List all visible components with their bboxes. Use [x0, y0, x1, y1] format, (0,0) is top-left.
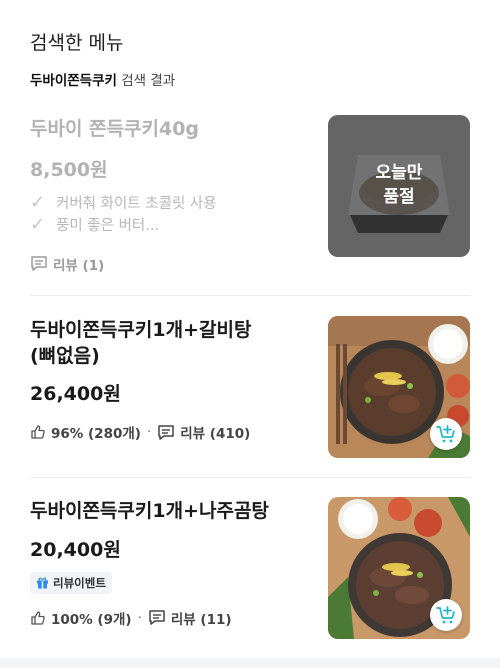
sold-out-label: 오늘만 품절: [375, 163, 423, 207]
menu-item-meta: 리뷰 (1): [30, 254, 315, 274]
menu-item-info: 두바이 쫀득쿠키40g 8,500원 ✓ 커버춰 화이트 초콜릿 사용 ✓ 풍미…: [30, 115, 315, 274]
review-count[interactable]: 리뷰 (410): [180, 422, 250, 442]
menu-item-price: 26,400원: [30, 383, 121, 406]
add-to-cart-icon: [436, 606, 455, 624]
menu-item-name: 두바이쫀득쿠키1개+갈비탕 (뼈없음): [30, 319, 252, 367]
divider: [30, 295, 470, 296]
check-icon: ✓: [30, 214, 46, 236]
like-rating: 100% (9개): [51, 611, 132, 628]
review-event-badge: 리뷰이벤트: [30, 571, 112, 594]
menu-item-image[interactable]: [328, 497, 470, 639]
gift-icon: [37, 577, 48, 589]
comment-icon: [148, 609, 166, 626]
menu-item-meta: 96% (280개) · 리뷰 (410): [30, 422, 315, 442]
menu-item[interactable]: 두바이쫀득쿠키1개+갈비탕 (뼈없음) 26,400원 96% (280개) ·…: [30, 316, 470, 458]
description-line: 풍미 좋은 버터...: [56, 218, 160, 235]
menu-item-info: 두바이쫀득쿠키1개+갈비탕 (뼈없음) 26,400원 96% (280개) ·…: [30, 316, 315, 442]
menu-item-meta: 100% (9개) · 리뷰 (11): [30, 608, 315, 628]
divider: [30, 477, 470, 478]
menu-item[interactable]: 두바이쫀득쿠키1개+나주곰탕 20,400원 리뷰이벤트 100% (9개) ·: [30, 497, 470, 639]
menu-item-image[interactable]: [328, 316, 470, 458]
bottom-section-divider: [0, 658, 500, 668]
thumbs-up-icon: [30, 424, 46, 440]
check-icon: ✓: [30, 192, 46, 214]
page-title: 검색한 메뉴: [30, 32, 124, 54]
search-caption-suffix: 검색 결과: [116, 73, 176, 89]
menu-item[interactable]: 두바이 쫀득쿠키40g 8,500원 ✓ 커버춰 화이트 초콜릿 사용 ✓ 풍미…: [30, 115, 470, 274]
search-header: 검색한 메뉴 두바이쫀득쿠키 검색 결과: [30, 28, 470, 89]
menu-item-name: 두바이 쫀득쿠키40g: [30, 118, 200, 140]
menu-item-image[interactable]: 오늘만 품절: [328, 115, 470, 257]
comment-icon: [30, 255, 48, 272]
comment-icon: [157, 424, 175, 441]
description-line: 커버춰 화이트 초콜릿 사용: [56, 196, 217, 213]
review-count[interactable]: 리뷰 (1): [53, 254, 104, 274]
add-to-cart-button[interactable]: [430, 599, 462, 631]
review-count[interactable]: 리뷰 (11): [171, 608, 232, 628]
menu-item-name: 두바이쫀득쿠키1개+나주곰탕: [30, 500, 269, 522]
like-rating: 96% (280개): [51, 426, 141, 443]
thumbs-up-icon: [30, 610, 46, 626]
menu-item-price: 20,400원: [30, 538, 121, 561]
add-to-cart-icon: [436, 425, 455, 443]
add-to-cart-button[interactable]: [430, 418, 462, 450]
search-keyword: 두바이쫀득쿠키: [30, 73, 117, 89]
menu-item-price: 8,500원: [30, 158, 108, 181]
search-caption: 두바이쫀득쿠키 검색 결과: [30, 69, 470, 89]
menu-item-description: ✓ 커버춰 화이트 초콜릿 사용 ✓ 풍미 좋은 버터...: [30, 192, 315, 236]
menu-item-info: 두바이쫀득쿠키1개+나주곰탕 20,400원 리뷰이벤트 100% (9개) ·: [30, 497, 315, 628]
